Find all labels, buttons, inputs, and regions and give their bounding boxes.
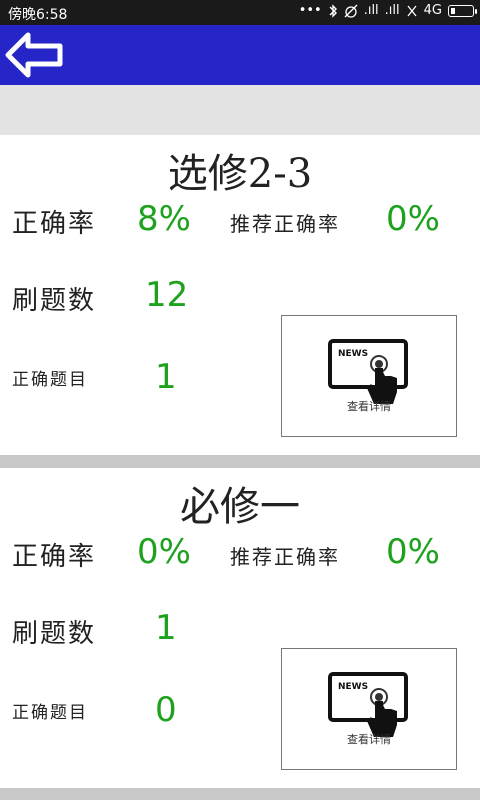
- back-arrow-icon[interactable]: [4, 29, 66, 81]
- correct-questions-label: 正确题目: [12, 370, 88, 390]
- correct-questions-label: 正确题目: [12, 703, 88, 723]
- section-divider: [0, 455, 480, 468]
- status-bar: 傍晚6:58 ••• .ıll .ıll 4G: [0, 0, 480, 25]
- network-icon: 4G: [423, 3, 442, 18]
- sound-off-icon: [407, 5, 417, 16]
- alarm-off-icon: [344, 4, 358, 18]
- recommended-accuracy-value: 0%: [386, 199, 440, 239]
- recommended-accuracy-value: 0%: [386, 532, 440, 572]
- status-time: 傍晚6:58: [8, 7, 68, 23]
- app-bar: [0, 25, 480, 85]
- signal-icon: .ıll: [363, 3, 379, 18]
- accuracy-value: 8%: [137, 199, 191, 239]
- more-dots-icon: •••: [298, 3, 322, 18]
- questions-done-value: 1: [155, 608, 177, 648]
- view-details-button[interactable]: NEWS 查看详情: [281, 648, 457, 770]
- subject-card: 必修一 正确率 0% 推荐正确率 0% 刷题数 1 正确题目 0 NEWS 查看…: [0, 468, 480, 788]
- subject-card: 选修2-3 正确率 8% 推荐正确率 0% 刷题数 12 正确题目 1 NEWS…: [0, 135, 480, 455]
- correct-questions-value: 1: [155, 357, 177, 397]
- recommended-accuracy-label: 推荐正确率: [230, 545, 340, 569]
- section-divider: [0, 788, 480, 800]
- header-spacer: [0, 85, 480, 135]
- view-details-label: 查看详情: [347, 733, 391, 746]
- view-details-label: 查看详情: [347, 400, 391, 413]
- accuracy-label: 正确率: [12, 209, 97, 239]
- news-badge: NEWS: [338, 682, 368, 692]
- battery-icon: [448, 4, 477, 17]
- correct-questions-value: 0: [155, 690, 177, 730]
- news-badge: NEWS: [338, 349, 368, 359]
- view-details-button[interactable]: NEWS 查看详情: [281, 315, 457, 437]
- signal-icon: .ıll: [384, 3, 400, 18]
- card-title: 必修一: [180, 484, 300, 530]
- bluetooth-icon: [329, 3, 337, 18]
- recommended-accuracy-label: 推荐正确率: [230, 212, 340, 236]
- battery-fill: [451, 7, 455, 14]
- accuracy-value: 0%: [137, 532, 191, 572]
- questions-done-label: 刷题数: [12, 619, 97, 649]
- questions-done-label: 刷题数: [12, 286, 97, 316]
- card-title: 选修2-3: [167, 151, 313, 197]
- accuracy-label: 正确率: [12, 542, 97, 572]
- questions-done-value: 12: [145, 275, 189, 315]
- status-icons: ••• .ıll .ıll 4G: [298, 3, 477, 18]
